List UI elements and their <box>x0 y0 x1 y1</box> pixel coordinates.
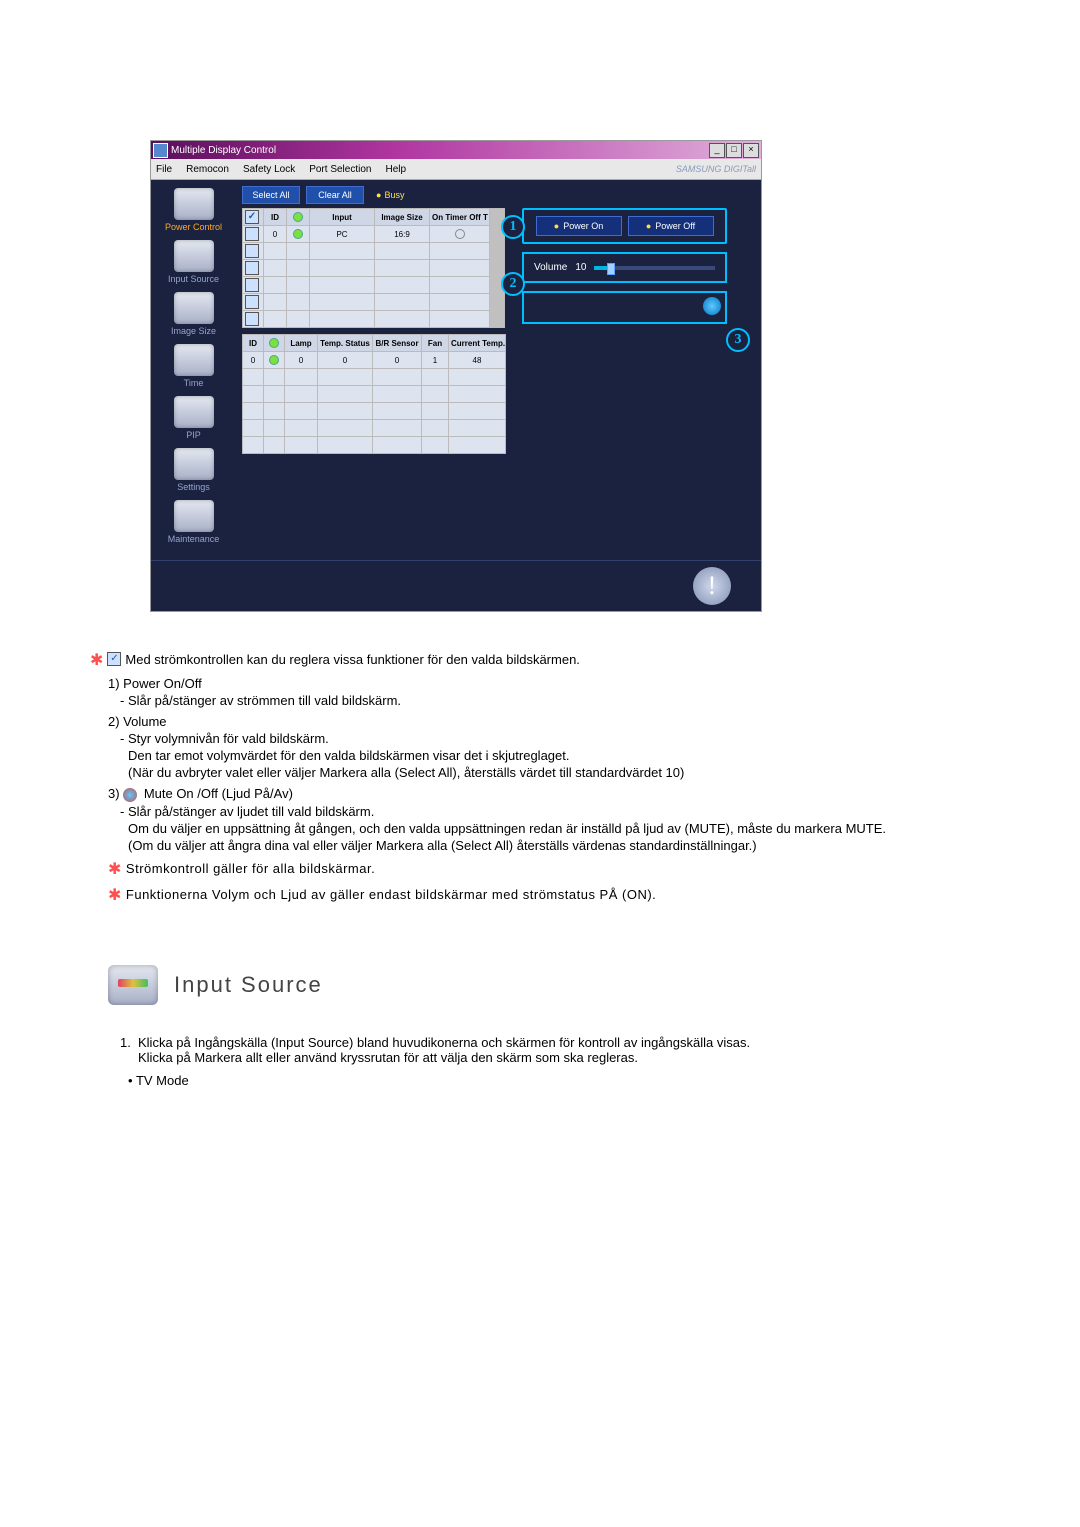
item-3-row: 3) Mute On /Off (Ljud På/Av) <box>108 786 1000 802</box>
volume-panel: Volume 10 <box>522 252 727 283</box>
item-2-sub2: Den tar emot volymvärdet för den valda b… <box>128 748 1000 763</box>
sidebar-item-power-control[interactable]: Power Control <box>151 188 236 232</box>
app-icon <box>153 143 168 158</box>
status-dot-icon <box>293 229 303 239</box>
checkbox-icon: ✓ <box>107 652 121 666</box>
sidebar-item-maintenance[interactable]: Maintenance <box>151 500 236 544</box>
col2-fan: Fan <box>422 335 449 352</box>
menu-file[interactable]: File <box>156 164 172 175</box>
input-source-step-1: 1. Klicka på Ingångskälla (Input Source)… <box>120 1035 1000 1065</box>
col2-current-temp: Current Temp. <box>449 335 506 352</box>
star-icon: ✱ <box>108 887 122 905</box>
power-off-button[interactable]: Power Off <box>628 216 714 236</box>
table-row[interactable]: 0 PC 16:9 <box>243 226 505 243</box>
section-title: Input Source <box>174 972 323 998</box>
col-id: ID <box>264 209 287 226</box>
select-all-button[interactable]: Select All <box>242 186 300 204</box>
col2-temp-status: Temp. Status <box>318 335 373 352</box>
power-control-icon <box>174 188 214 220</box>
input-source-section-icon <box>108 965 158 1005</box>
item-3-sub3: (Om du väljer att ångra dina val eller v… <box>128 838 1000 853</box>
star-icon: ✱ <box>90 652 103 670</box>
item-3-label: 3) <box>108 786 120 801</box>
image-size-icon <box>174 292 214 324</box>
minimize-button[interactable]: _ <box>709 143 725 158</box>
power-on-button[interactable]: Power On <box>536 216 622 236</box>
mute-icon <box>123 788 137 802</box>
mute-panel <box>522 291 727 324</box>
item-3-sub2: Om du väljer en uppsättning åt gången, o… <box>128 821 1000 836</box>
info-icon[interactable]: ! <box>693 567 731 605</box>
clear-all-button[interactable]: Clear All <box>306 186 364 204</box>
callout-3: 3 <box>726 328 750 352</box>
settings-icon <box>174 448 214 480</box>
table-row[interactable]: 0 0 0 0 1 48 <box>243 352 506 369</box>
main-area: Select All Clear All Busy ✓ ID Input Ima… <box>236 180 761 560</box>
item-3-sub1: - Slår på/stänger av ljudet till vald bi… <box>120 804 1000 819</box>
close-button[interactable]: × <box>743 143 759 158</box>
app-window: Multiple Display Control _ □ × File Remo… <box>150 140 762 612</box>
item-1-sub: - Slår på/stänger av strömmen till vald … <box>120 693 1000 708</box>
power-panel: Power On Power Off <box>522 208 727 244</box>
menu-port-selection[interactable]: Port Selection <box>309 164 371 175</box>
menubar: File Remocon Safety Lock Port Selection … <box>151 159 761 180</box>
temp-table: ID Lamp Temp. Status B/R Sensor Fan Curr… <box>242 334 506 454</box>
volume-value: 10 <box>575 262 586 273</box>
maintenance-icon <box>174 500 214 532</box>
item-2-label: 2) Volume <box>108 714 1000 729</box>
section-input-source: Input Source <box>108 965 1000 1005</box>
app-title: Multiple Display Control <box>171 145 276 156</box>
maximize-button[interactable]: □ <box>726 143 742 158</box>
item-3-title: Mute On /Off (Ljud På/Av) <box>144 786 293 801</box>
sidebar-item-time[interactable]: Time <box>151 344 236 388</box>
pip-icon <box>174 396 214 428</box>
note-1: Strömkontroll gäller för alla bildskärma… <box>126 861 375 876</box>
col2-status <box>264 335 285 352</box>
col2-lamp: Lamp <box>285 335 318 352</box>
input-source-icon <box>174 240 214 272</box>
menu-remocon[interactable]: Remocon <box>186 164 229 175</box>
bullet-tv-mode: • TV Mode <box>128 1073 1000 1088</box>
menu-help[interactable]: Help <box>385 164 406 175</box>
col2-br-sensor: B/R Sensor <box>373 335 422 352</box>
item-2-sub3: (När du avbryter valet eller väljer Mark… <box>128 765 1000 780</box>
sidebar-item-pip[interactable]: PIP <box>151 396 236 440</box>
callout-1: 1 <box>501 215 525 239</box>
volume-slider[interactable] <box>594 266 715 270</box>
titlebar: Multiple Display Control _ □ × <box>151 141 761 159</box>
timer-indicator-icon <box>455 229 465 239</box>
item-1-label: 1) Power On/Off <box>108 676 1000 691</box>
note-2: Funktionerna Volym och Ljud av gäller en… <box>126 887 656 902</box>
intro-text: Med strömkontrollen kan du reglera vissa… <box>125 652 580 667</box>
sidebar-item-input-source[interactable]: Input Source <box>151 240 236 284</box>
menu-safety-lock[interactable]: Safety Lock <box>243 164 295 175</box>
col2-id: ID <box>243 335 264 352</box>
col-status <box>287 209 310 226</box>
busy-indicator: Busy <box>376 190 404 200</box>
sidebar-item-image-size[interactable]: Image Size <box>151 292 236 336</box>
speaker-icon[interactable] <box>703 297 721 315</box>
volume-label: Volume <box>534 262 567 273</box>
col-on-timer: On Timer Off T <box>430 209 490 226</box>
status-dot-icon <box>269 355 279 365</box>
star-icon: ✱ <box>108 861 122 879</box>
right-panel: Power On Power Off Volume 10 <box>512 208 727 454</box>
item-2-sub1: - Styr volymnivån för vald bildskärm. <box>120 731 1000 746</box>
display-table: ✓ ID Input Image Size On Timer Off T 0 <box>242 208 505 328</box>
col-check: ✓ <box>243 209 264 226</box>
brand-label: SAMSUNG DIGITall <box>676 164 756 174</box>
callout-2: 2 <box>501 272 525 296</box>
time-icon <box>174 344 214 376</box>
col-image-size: Image Size <box>375 209 430 226</box>
sidebar-item-settings[interactable]: Settings <box>151 448 236 492</box>
col-input: Input <box>310 209 375 226</box>
sidebar: Power Control Input Source Image Size Ti… <box>151 180 236 560</box>
footer-bar: ! <box>151 560 761 611</box>
